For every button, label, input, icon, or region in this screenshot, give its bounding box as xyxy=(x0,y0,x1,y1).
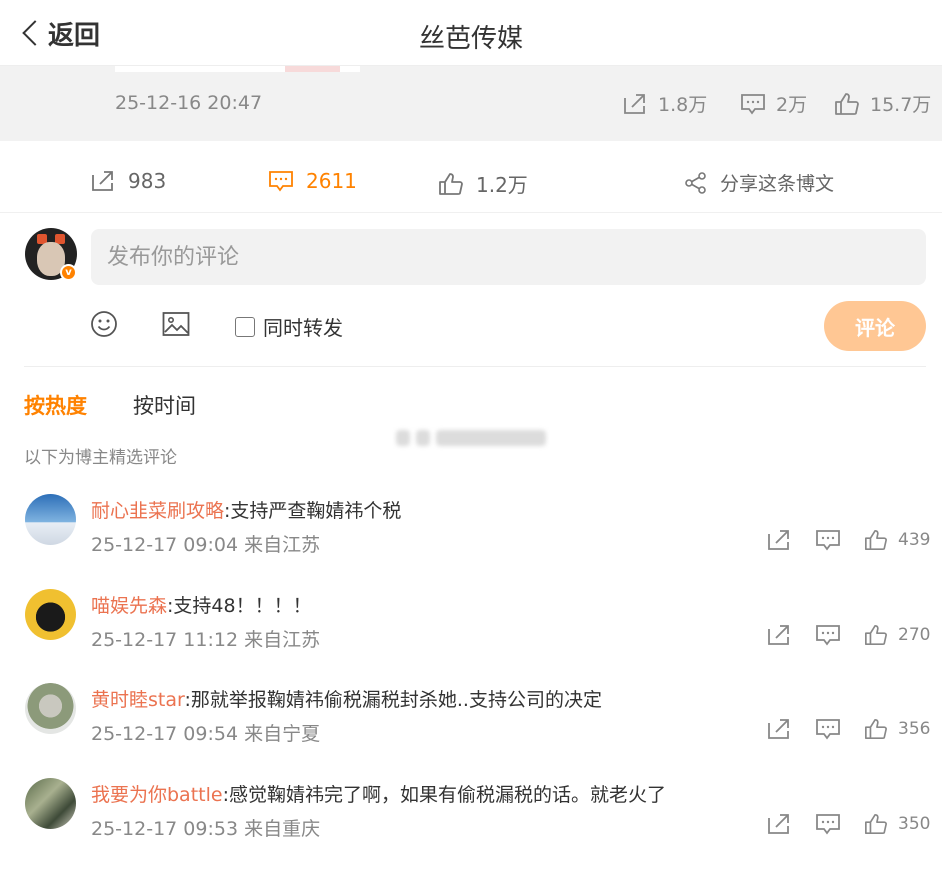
also-repost-label: 同时转发 xyxy=(263,316,343,340)
blurred-watermark xyxy=(396,424,552,452)
comment-text: 耐心韭菜刷攻略:支持严查鞠婧祎个税 xyxy=(91,496,401,523)
comment-text: 黄时睦star:那就举报鞠婧祎偷税漏税封杀她..支持公司的决定 xyxy=(91,685,602,712)
comment-repost-button[interactable] xyxy=(766,623,792,651)
comment-meta: 25-12-17 11:12 来自江苏 xyxy=(91,629,321,651)
repost-icon xyxy=(622,92,648,116)
comment-body: :支持48！！！！ xyxy=(167,595,312,617)
comment-text: 喵娱先森:支持48！！！！ xyxy=(91,591,312,618)
image-icon xyxy=(162,310,190,338)
comment-reply-button[interactable] xyxy=(815,623,841,651)
comment-like-button[interactable]: 439 xyxy=(864,528,930,552)
top-bar: 返回 丝芭传媒 xyxy=(0,0,942,66)
commenter-avatar[interactable] xyxy=(25,589,76,640)
original-comment-button[interactable]: 2万 xyxy=(740,90,807,117)
repost-button[interactable]: 983 xyxy=(90,169,166,193)
comment-username[interactable]: 耐心韭菜刷攻略 xyxy=(91,500,224,522)
smiley-icon xyxy=(90,310,118,338)
thumbs-up-icon xyxy=(865,718,887,740)
share-label: 分享这条博文 xyxy=(720,173,835,195)
repost-icon xyxy=(768,625,789,645)
thumbs-up-icon xyxy=(865,813,887,835)
commenter-avatar[interactable] xyxy=(25,683,76,734)
comment-icon xyxy=(268,169,294,193)
comment-icon xyxy=(816,530,840,551)
comment-meta: 25-12-17 09:04 来自江苏 xyxy=(91,534,321,556)
comment-icon xyxy=(740,92,766,116)
sort-by-hot-tab[interactable]: 按热度 xyxy=(24,390,87,420)
divider xyxy=(24,366,926,367)
commenter-avatar[interactable] xyxy=(25,494,76,545)
repost-icon xyxy=(768,719,789,739)
comment-reply-button[interactable] xyxy=(815,717,841,745)
comment-like-button[interactable]: 270 xyxy=(864,623,930,647)
repost-count: 983 xyxy=(128,169,167,193)
comment-like-button[interactable]: 356 xyxy=(864,717,930,741)
original-like-button[interactable]: 15.7万 xyxy=(834,90,931,117)
comment-username[interactable]: 喵娱先森 xyxy=(91,595,167,617)
comment-item: 耐心韭菜刷攻略:支持严查鞠婧祎个税 25-12-17 09:04 来自江苏 43… xyxy=(0,494,942,584)
comment-like-button[interactable]: 350 xyxy=(864,812,930,836)
verified-badge-icon: v xyxy=(60,264,77,281)
thumbs-up-icon xyxy=(438,172,464,196)
comment-reply-button[interactable] xyxy=(815,528,841,556)
comment-reply-button[interactable] xyxy=(815,812,841,840)
original-like-count: 15.7万 xyxy=(870,94,932,116)
original-repost-count: 1.8万 xyxy=(658,94,708,116)
commenter-avatar[interactable] xyxy=(25,778,76,829)
submit-comment-button[interactable]: 评论 xyxy=(824,301,926,351)
comment-body: :感觉鞠婧祎完了啊，如果有偷税漏税的话。就老火了 xyxy=(222,784,666,806)
checkbox-box[interactable] xyxy=(235,316,255,337)
like-count: 1.2万 xyxy=(476,173,528,197)
comment-count: 2611 xyxy=(306,169,357,193)
comment-item: 喵娱先森:支持48！！！！ 25-12-17 11:12 来自江苏 270 xyxy=(0,589,942,679)
comment-like-count: 439 xyxy=(898,530,931,550)
comment-like-count: 350 xyxy=(898,814,931,834)
share-icon xyxy=(684,171,708,195)
comment-icon xyxy=(816,719,840,740)
comment-username[interactable]: 黄时睦star xyxy=(91,689,184,711)
like-button[interactable]: 1.2万 xyxy=(438,169,528,198)
comment-meta: 25-12-17 09:53 来自重庆 xyxy=(91,818,321,840)
comment-body: :那就举报鞠婧祎偷税漏税封杀她..支持公司的决定 xyxy=(184,689,602,711)
repost-icon xyxy=(768,530,789,550)
comment-body: :支持严查鞠婧祎个税 xyxy=(224,500,402,522)
selected-comments-note: 以下为博主精选评论 xyxy=(24,448,177,468)
page-title: 丝芭传媒 xyxy=(418,24,523,54)
image-upload-button[interactable] xyxy=(162,310,190,342)
share-button[interactable]: 分享这条博文 xyxy=(684,169,834,196)
comment-repost-button[interactable] xyxy=(766,717,792,745)
comment-username[interactable]: 我要为你battle xyxy=(91,784,223,806)
comment-icon xyxy=(816,625,840,646)
comment-tab-button[interactable]: 2611 xyxy=(268,169,357,193)
thumbs-up-icon xyxy=(865,624,887,646)
comment-text: 我要为你battle:感觉鞠婧祎完了啊，如果有偷税漏税的话。就老火了 xyxy=(91,780,666,807)
thumbs-up-icon xyxy=(834,92,860,116)
comment-item: 我要为你battle:感觉鞠婧祎完了啊，如果有偷税漏税的话。就老火了 25-12… xyxy=(0,778,942,868)
repost-icon xyxy=(90,169,116,193)
comment-repost-button[interactable] xyxy=(766,528,792,556)
comment-meta: 25-12-17 09:54 来自宁夏 xyxy=(91,723,321,745)
comment-like-count: 356 xyxy=(898,719,931,739)
thumbs-up-icon xyxy=(865,529,887,551)
comment-icon xyxy=(816,814,840,835)
repost-icon xyxy=(768,814,789,834)
original-repost-button[interactable]: 1.8万 xyxy=(622,90,707,117)
comment-item: 黄时睦star:那就举报鞠婧祎偷税漏税封杀她..支持公司的决定 25-12-17… xyxy=(0,683,942,773)
post-image-edge xyxy=(115,66,360,72)
sort-by-time-tab[interactable]: 按时间 xyxy=(133,390,196,420)
emoji-button[interactable] xyxy=(90,310,118,342)
comment-like-count: 270 xyxy=(898,625,931,645)
original-post-time: 25-12-16 20:47 xyxy=(115,92,263,114)
also-repost-checkbox[interactable]: 同时转发 xyxy=(235,312,343,341)
original-comment-count: 2万 xyxy=(776,94,808,116)
comment-input[interactable] xyxy=(91,229,926,285)
post-stats-bar: 983 2611 1.2万 分享这条博文 xyxy=(0,141,942,213)
comment-repost-button[interactable] xyxy=(766,812,792,840)
